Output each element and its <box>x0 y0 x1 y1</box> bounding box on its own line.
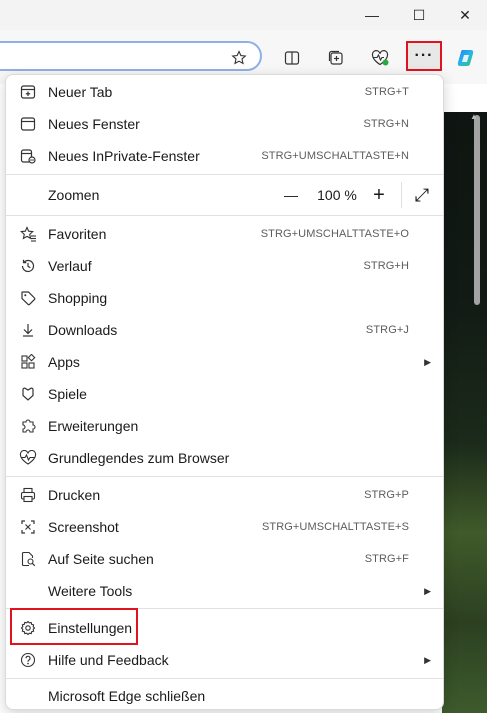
shortcut-label: STRG+F <box>364 553 409 565</box>
menu-item-print[interactable]: Drucken STRG+P <box>6 479 443 511</box>
collections-icon[interactable] <box>321 43 351 73</box>
menu-item-games[interactable]: Spiele <box>6 378 443 410</box>
shortcut-label: STRG+UMSCHALTTASTE+N <box>261 150 409 162</box>
shopping-tag-icon <box>19 289 37 307</box>
menu-item-favorites[interactable]: Favoriten STRG+UMSCHALTTASTE+O <box>6 218 443 250</box>
menu-item-find-on-page[interactable]: Auf Seite suchen STRG+F <box>6 543 443 575</box>
settings-highlight-box <box>10 608 138 645</box>
menu-item-label: Neuer Tab <box>48 84 113 100</box>
maximize-button[interactable]: ☐ <box>396 0 442 30</box>
shortcut-label: STRG+P <box>364 489 409 501</box>
menu-item-help-feedback[interactable]: Hilfe und Feedback ▶ <box>6 644 443 676</box>
menu-item-label: Auf Seite suchen <box>48 551 154 567</box>
settings-and-more-menu: Neuer Tab STRG+T Neues Fenster STRG+N Ne… <box>5 74 444 710</box>
menu-separator <box>6 476 443 477</box>
page-background-image <box>442 112 487 713</box>
shortcut-label: STRG+UMSCHALTTASTE+O <box>260 228 409 240</box>
screenshot-icon <box>19 518 37 536</box>
menu-item-history[interactable]: Verlauf STRG+H <box>6 250 443 282</box>
favorite-star-icon[interactable] <box>224 43 254 73</box>
zoom-level-value: 100 % <box>317 187 357 203</box>
menu-item-label: Weitere Tools <box>48 583 133 599</box>
download-icon <box>19 321 37 339</box>
menu-item-new-tab[interactable]: Neuer Tab STRG+T <box>6 76 443 108</box>
address-bar[interactable] <box>0 41 262 71</box>
menu-item-label: Shopping <box>48 290 108 306</box>
menu-item-new-inprivate-window[interactable]: Neues InPrivate-Fenster STRG+UMSCHALTTAS… <box>6 140 443 172</box>
menu-item-new-window[interactable]: Neues Fenster STRG+N <box>6 108 443 140</box>
split-screen-icon[interactable] <box>277 43 307 73</box>
menu-item-label: Verlauf <box>48 258 92 274</box>
browser-essentials-icon <box>19 449 37 467</box>
menu-item-extensions[interactable]: Erweiterungen <box>6 410 443 442</box>
apps-icon <box>19 353 37 371</box>
shortcut-label: STRG+J <box>365 324 409 336</box>
menu-item-more-tools[interactable]: Weitere Tools ▶ <box>6 575 443 607</box>
settings-and-more-button[interactable]: ··· <box>406 41 442 71</box>
minimize-button[interactable]: — <box>349 0 395 30</box>
menu-item-apps[interactable]: Apps ▶ <box>6 346 443 378</box>
menu-separator <box>6 215 443 216</box>
extensions-icon <box>19 417 37 435</box>
menu-item-zoom: Zoomen — 100 % + ⤢ <box>6 178 443 212</box>
title-bar: — ☐ ✕ <box>0 0 487 30</box>
find-icon <box>19 550 37 568</box>
menu-separator <box>6 174 443 175</box>
shortcut-label: STRG+N <box>363 118 409 130</box>
menu-item-downloads[interactable]: Downloads STRG+J <box>6 314 443 346</box>
history-icon <box>19 257 37 275</box>
menu-item-label: Drucken <box>48 487 101 503</box>
menu-item-label: Spiele <box>48 386 87 402</box>
menu-item-label: Neues Fenster <box>48 116 140 132</box>
menu-item-label: Microsoft Edge schließen <box>48 688 206 704</box>
zoom-in-button[interactable]: + <box>366 183 392 207</box>
menu-item-shopping[interactable]: Shopping <box>6 282 443 314</box>
scroll-up-arrow[interactable]: ▲ <box>470 112 478 121</box>
menu-item-label: Apps <box>48 354 80 370</box>
menu-item-label: Erweiterungen <box>48 418 139 434</box>
fullscreen-expand-icon[interactable]: ⤢ <box>410 183 434 207</box>
print-icon <box>19 486 37 504</box>
browser-health-icon[interactable] <box>365 43 395 73</box>
menu-item-label: Neues InPrivate-Fenster <box>48 148 200 164</box>
submenu-arrow-icon: ▶ <box>424 654 431 665</box>
menu-item-screenshot[interactable]: Screenshot STRG+UMSCHALTTASTE+S <box>6 511 443 543</box>
shortcut-label: STRG+UMSCHALTTASTE+S <box>261 521 409 533</box>
submenu-arrow-icon: ▶ <box>424 356 431 367</box>
menu-item-close-edge[interactable]: Microsoft Edge schließen <box>6 680 443 712</box>
shortcut-label: STRG+T <box>364 86 409 98</box>
menu-separator <box>6 678 443 679</box>
new-tab-icon <box>19 83 37 101</box>
menu-item-label: Hilfe und Feedback <box>48 652 169 668</box>
menu-item-label: Downloads <box>48 322 118 338</box>
help-icon <box>19 651 37 669</box>
close-window-button[interactable]: ✕ <box>442 0 487 30</box>
zoom-divider <box>401 182 402 208</box>
menu-item-label: Screenshot <box>48 519 119 535</box>
menu-item-label: Favoriten <box>48 226 107 242</box>
zoom-label: Zoomen <box>48 187 100 203</box>
page-scrollbar[interactable] <box>474 115 480 305</box>
submenu-arrow-icon: ▶ <box>424 585 431 596</box>
new-window-icon <box>19 115 37 133</box>
copilot-icon[interactable] <box>451 43 481 73</box>
menu-item-browser-essentials[interactable]: Grundlegendes zum Browser <box>6 442 443 474</box>
favorites-icon <box>19 225 37 243</box>
menu-item-label: Grundlegendes zum Browser <box>48 450 230 466</box>
shortcut-label: STRG+H <box>363 260 409 272</box>
games-icon <box>19 385 37 403</box>
inprivate-icon <box>19 147 37 165</box>
zoom-out-button[interactable]: — <box>278 185 304 205</box>
